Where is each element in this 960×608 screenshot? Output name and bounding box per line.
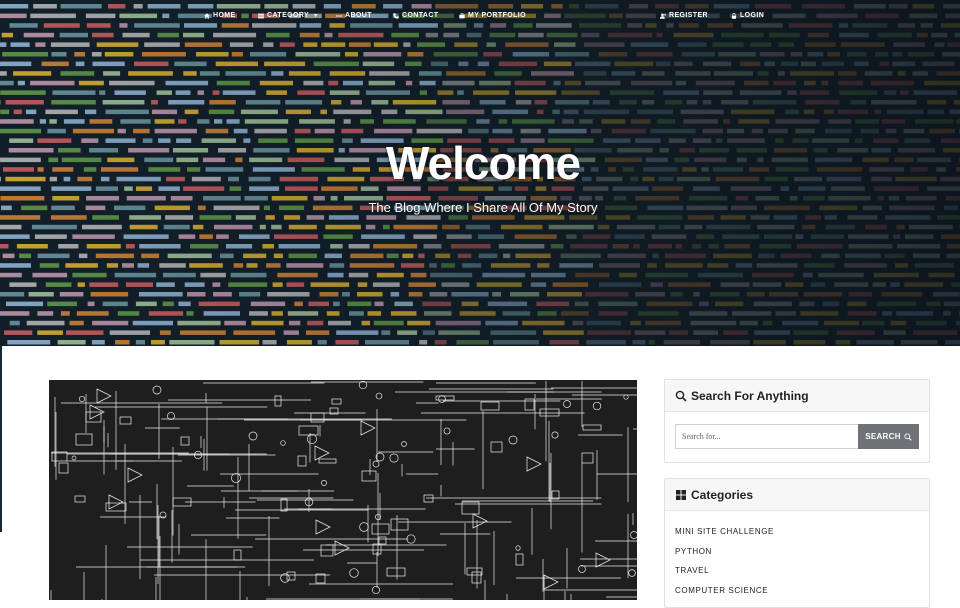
- hero-banner: HOME CATEGORY ▼ ABOUT CONTACT MY PORTFOL…: [0, 0, 960, 346]
- search-form: SEARCH: [675, 424, 919, 449]
- nav-about-label: ABOUT: [345, 12, 372, 19]
- categories-widget-header: Categories: [665, 479, 929, 511]
- search-icon: [904, 433, 912, 441]
- nav-home[interactable]: HOME: [204, 12, 236, 19]
- nav-contact-label: CONTACT: [402, 12, 439, 19]
- phone-icon: [393, 13, 399, 19]
- category-link[interactable]: MINI SITE CHALLENGE: [675, 527, 929, 547]
- hero-subtitle: The Blog Where I Share All Of My Story: [0, 200, 960, 215]
- nav-register-label: REGISTER: [669, 12, 708, 19]
- categories-widget-title: Categories: [691, 488, 753, 502]
- categories-list: MINI SITE CHALLENGE PYTHON TRAVEL COMPUT…: [665, 511, 929, 605]
- nav-category-label: CATEGORY: [267, 12, 309, 19]
- search-widget-header: Search For Anything: [665, 380, 929, 412]
- featured-post-image[interactable]: [49, 380, 637, 600]
- nav-login[interactable]: LOGIN: [731, 12, 764, 19]
- nav-login-label: LOGIN: [740, 12, 764, 19]
- nav-about[interactable]: ABOUT: [336, 12, 372, 19]
- lock-icon: [731, 13, 737, 19]
- left-edge-strip: [0, 346, 2, 532]
- categories-widget: Categories MINI SITE CHALLENGE PYTHON TR…: [664, 478, 930, 608]
- user-plus-icon: [660, 13, 666, 19]
- search-icon: [675, 390, 687, 402]
- grid-icon: [675, 489, 687, 501]
- nav-category[interactable]: CATEGORY ▼: [258, 12, 318, 19]
- category-link[interactable]: COMPUTER SCIENCE: [675, 586, 929, 606]
- dots-icon: [336, 13, 342, 19]
- category-link[interactable]: TRAVEL: [675, 566, 929, 586]
- nav-portfolio-label: MY PORTFOLIO: [468, 12, 526, 19]
- search-button-label: SEARCH: [865, 432, 901, 441]
- nav-portfolio[interactable]: MY PORTFOLIO: [459, 12, 526, 19]
- search-button[interactable]: SEARCH: [858, 424, 919, 449]
- home-icon: [204, 13, 210, 19]
- nav-register[interactable]: REGISTER: [660, 12, 708, 19]
- search-input[interactable]: [675, 424, 858, 449]
- category-link[interactable]: PYTHON: [675, 547, 929, 567]
- search-widget: Search For Anything SEARCH: [664, 379, 930, 463]
- search-widget-title: Search For Anything: [691, 389, 809, 403]
- circuit-diagram-image: [49, 380, 637, 600]
- hero-title: Welcome: [0, 136, 960, 190]
- nav-home-label: HOME: [213, 12, 236, 19]
- briefcase-icon: [459, 13, 465, 19]
- nav-contact[interactable]: CONTACT: [393, 12, 439, 19]
- top-navigation: HOME CATEGORY ▼ ABOUT CONTACT MY PORTFOL…: [0, 12, 960, 24]
- list-icon: [258, 13, 264, 19]
- chevron-down-icon: ▼: [313, 13, 318, 19]
